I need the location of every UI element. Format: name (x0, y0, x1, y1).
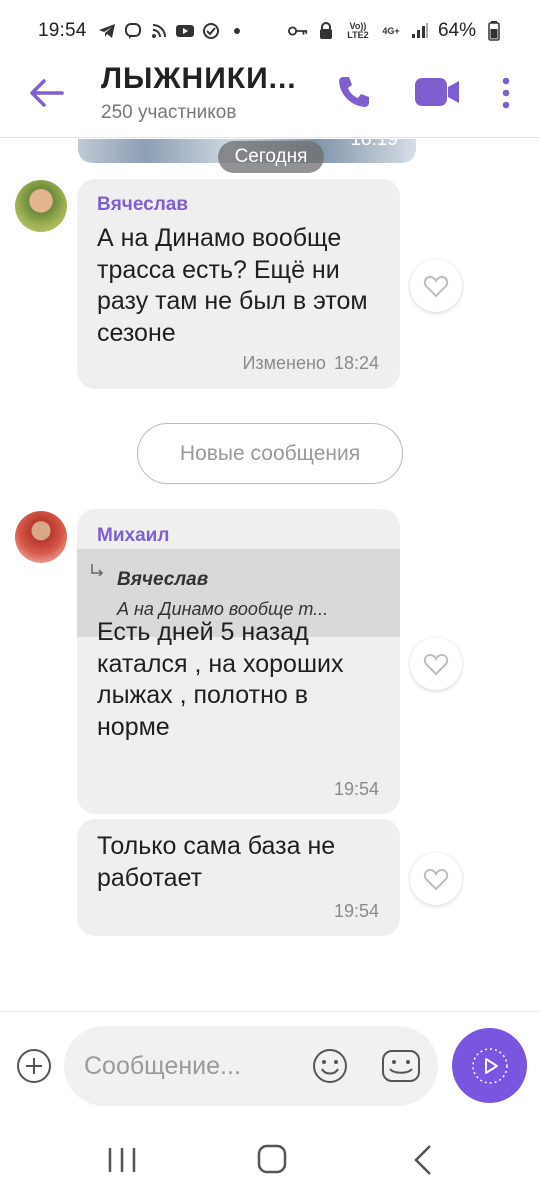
video-call-button[interactable] (414, 76, 460, 108)
avatar[interactable] (15, 511, 67, 563)
members-count[interactable]: 250 участников (101, 102, 236, 124)
message-text: А на Динамо вообще трасса есть? Ещё ни р… (97, 224, 368, 347)
chat-header: ЛЫЖНИКИ... 250 участников (0, 62, 540, 138)
heart-icon (423, 275, 449, 298)
like-button[interactable] (410, 638, 462, 690)
message-text: Есть дней 5 назад катался , на хороших л… (97, 618, 344, 741)
message-sender[interactable]: Вячеслав (97, 194, 188, 216)
network-type-indicator: 4G+ (382, 25, 400, 36)
rss-icon (149, 21, 169, 41)
heart-icon (423, 868, 449, 891)
viber-icon (123, 21, 143, 41)
message-time: 19:54 (333, 779, 379, 799)
arrow-left-icon (30, 79, 64, 107)
plus-circle-icon (17, 1049, 51, 1083)
like-button[interactable] (410, 260, 462, 312)
status-bar: 19:54 Vo)) LTE2 4G+ 64% (0, 0, 540, 62)
emoji-button[interactable] (310, 1046, 350, 1086)
dot-icon (227, 21, 247, 41)
phone-icon (339, 77, 369, 107)
recent-apps-icon (108, 1148, 136, 1172)
recent-apps-button[interactable] (106, 1145, 138, 1175)
sticker-button[interactable] (380, 1046, 422, 1086)
send-button[interactable] (452, 1028, 527, 1103)
volte-indicator: Vo)) LTE2 (347, 21, 369, 40)
quote-author: Вячеслав (117, 569, 209, 590)
edited-label: Изменено (242, 353, 326, 373)
date-separator: Сегодня (218, 141, 324, 173)
smile-icon (313, 1049, 347, 1083)
home-button[interactable] (256, 1143, 288, 1175)
message-sender[interactable]: Михаил (97, 525, 169, 547)
attach-button[interactable] (16, 1048, 52, 1084)
message-bubble[interactable]: Только сама база не работает 19:54 (77, 819, 400, 936)
sticker-icon (382, 1050, 420, 1082)
key-icon (287, 21, 308, 41)
system-navigation-bar (0, 1121, 540, 1200)
battery-icon (484, 21, 504, 41)
message-time: 19:54 (333, 901, 379, 921)
message-input[interactable] (84, 1044, 294, 1088)
heart-icon (423, 653, 449, 676)
send-icon (471, 1047, 508, 1084)
telegram-icon (97, 21, 117, 41)
message-meta: Изменено 18:24 (242, 353, 379, 374)
photo-timestamp: 18:19 (350, 139, 398, 150)
signal-icon (410, 21, 430, 41)
message-bubble[interactable]: Михаил Вячеслав А на Динамо вообще т... … (77, 509, 400, 814)
back-button[interactable] (28, 76, 68, 110)
like-button[interactable] (410, 853, 462, 905)
chat-messages-area[interactable]: 18:19 Сегодня Вячеслав А на Динамо вообщ… (0, 139, 540, 1011)
more-options-button[interactable] (498, 76, 514, 110)
avatar[interactable] (15, 180, 67, 232)
message-bubble[interactable]: Вячеслав А на Динамо вообще трасса есть?… (77, 179, 400, 389)
message-composer (0, 1011, 540, 1121)
chat-title[interactable]: ЛЫЖНИКИ... (101, 62, 297, 96)
video-camera-icon (415, 78, 459, 106)
status-time: 19:54 (38, 20, 87, 41)
chevron-left-icon (414, 1145, 431, 1175)
home-icon (257, 1144, 287, 1174)
more-vertical-icon (502, 77, 510, 109)
check-circle-icon (201, 21, 221, 41)
reply-arrow-icon (89, 563, 105, 584)
system-back-button[interactable] (410, 1143, 436, 1177)
youtube-icon (175, 21, 195, 41)
lock-icon (316, 21, 336, 41)
message-input-container[interactable] (64, 1026, 438, 1106)
message-time: 18:24 (333, 353, 379, 373)
message-text: Только сама база не работает (97, 832, 336, 892)
call-button[interactable] (336, 74, 372, 110)
new-messages-divider: Новые сообщения (137, 423, 403, 484)
battery-level: 64% (437, 20, 476, 41)
